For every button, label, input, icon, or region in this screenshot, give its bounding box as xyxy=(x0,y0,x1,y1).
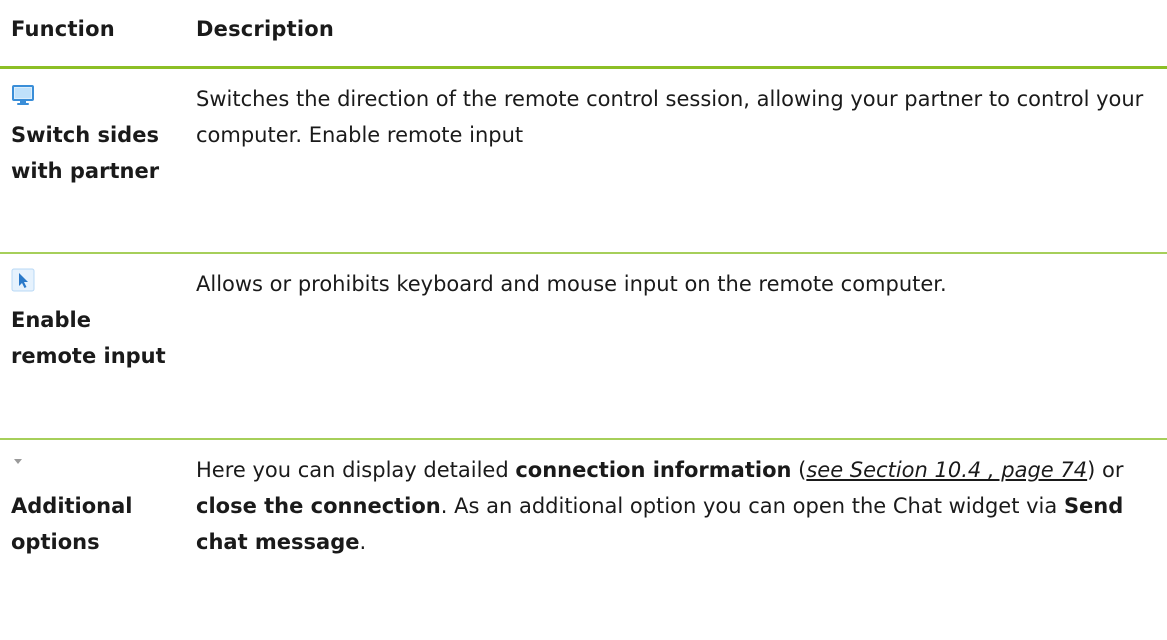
function-name: Switch sides with partner xyxy=(11,123,160,183)
table-row: Switch sides with partner Switches the d… xyxy=(0,69,1167,254)
function-name: Enable remote input xyxy=(11,308,166,368)
description-text: . xyxy=(359,530,367,554)
monitor-icon xyxy=(11,83,35,107)
cursor-arrow-icon xyxy=(11,268,35,292)
dropdown-triangle-icon xyxy=(11,454,35,478)
table-row: Additional options Here you can display … xyxy=(0,440,1167,640)
function-column-header: Function xyxy=(11,17,115,41)
description-cell: Here you can display detailed connection… xyxy=(196,452,1156,560)
description-text: Here you can display detailed xyxy=(196,458,516,482)
description-cell: Allows or prohibits keyboard and mouse i… xyxy=(196,272,947,296)
table-row: Enable remote input Allows or prohibits … xyxy=(0,254,1167,440)
description-cell: Switches the direction of the remote con… xyxy=(196,87,1144,147)
description-text: ( xyxy=(791,458,807,482)
description-text: ) or xyxy=(1087,458,1124,482)
close-connection-term: close the connection xyxy=(196,494,441,518)
function-table: Function Description Switch sides with p… xyxy=(0,0,1167,640)
description-column-header: Description xyxy=(196,17,335,41)
table-header: Function Description xyxy=(0,0,1167,69)
description-text: . As an additional option you can open t… xyxy=(440,494,1064,518)
connection-information-term: connection information xyxy=(515,458,792,482)
section-reference-link[interactable]: see Section 10.4 , page 74 xyxy=(806,458,1087,482)
function-name: Additional options xyxy=(11,494,133,554)
